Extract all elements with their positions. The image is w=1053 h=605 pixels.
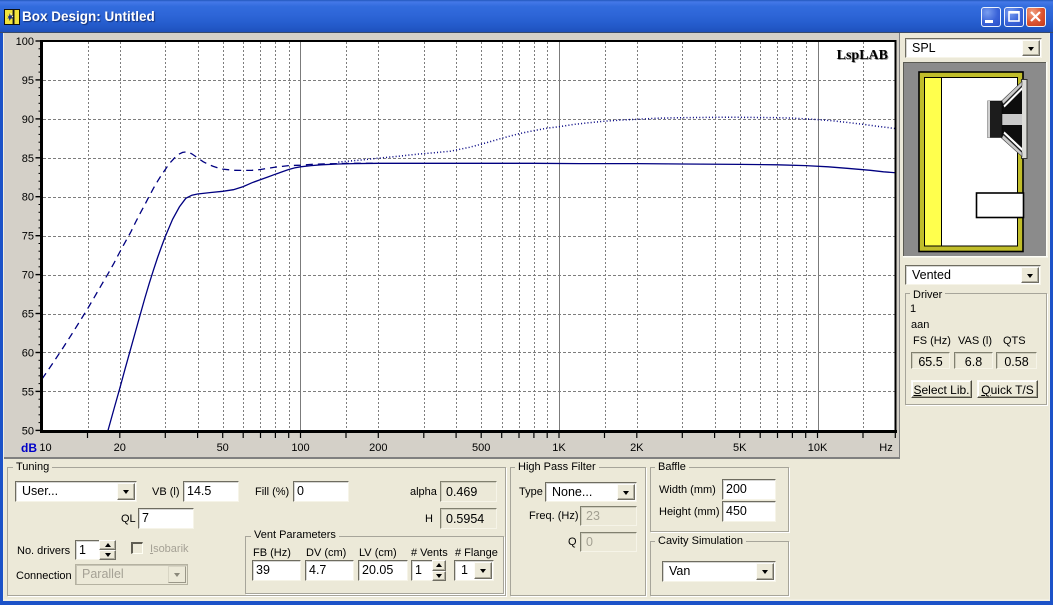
svg-text:85: 85 xyxy=(22,153,34,165)
svg-text:80: 80 xyxy=(22,192,34,204)
svg-text:dB: dB xyxy=(21,441,37,455)
svg-text:2K: 2K xyxy=(630,442,644,454)
svg-text:50: 50 xyxy=(217,442,229,454)
svg-text:500: 500 xyxy=(472,442,490,454)
svg-text:100: 100 xyxy=(291,442,309,454)
svg-text:75: 75 xyxy=(22,231,34,243)
svg-text:10K: 10K xyxy=(808,442,828,454)
svg-text:70: 70 xyxy=(22,270,34,282)
svg-text:65: 65 xyxy=(22,309,34,321)
svg-text:55: 55 xyxy=(22,386,34,398)
svg-text:90: 90 xyxy=(22,114,34,126)
svg-text:60: 60 xyxy=(22,348,34,360)
svg-text:100: 100 xyxy=(16,36,34,48)
svg-text:200: 200 xyxy=(369,442,387,454)
svg-text:Hz: Hz xyxy=(879,442,892,454)
svg-text:95: 95 xyxy=(22,75,34,87)
svg-text:20: 20 xyxy=(114,442,126,454)
svg-text:10: 10 xyxy=(39,442,51,454)
svg-text:1K: 1K xyxy=(552,442,566,454)
svg-text:LspLAB: LspLAB xyxy=(837,48,888,63)
svg-text:5K: 5K xyxy=(733,442,747,454)
svg-text:50: 50 xyxy=(22,425,34,437)
